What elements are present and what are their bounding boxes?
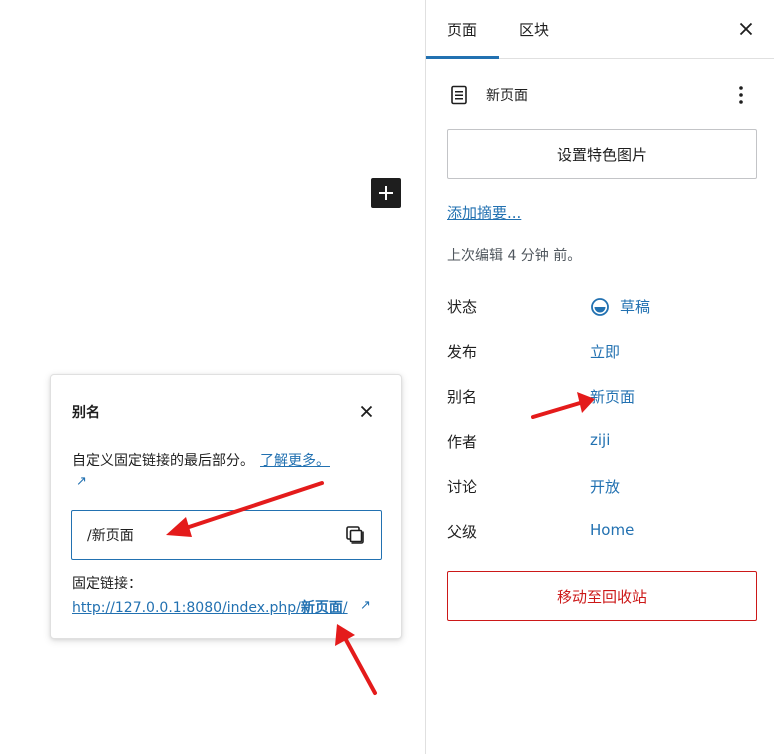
close-popover-button[interactable] (354, 399, 378, 423)
tab-page[interactable]: 页面 (447, 0, 477, 59)
set-featured-image-button[interactable]: 设置特色图片 (447, 129, 757, 179)
draft-status-icon (591, 297, 609, 316)
add-excerpt-link[interactable]: 添加摘要... (447, 202, 521, 223)
status-value: 草稿 (620, 298, 651, 316)
permalink-label: 固定链接： (72, 576, 142, 592)
permalink-prefix: http://127.0.0.1:8080/index.php/ (72, 600, 301, 616)
more-vertical-icon (739, 86, 743, 104)
plus-icon (379, 186, 393, 200)
discussion-value-button[interactable]: 开放 (590, 476, 620, 497)
settings-sidebar: 页面 区块 新页面 设置特色图片 添加摘要... 上次编辑 4 分钟 前。 状态… (425, 0, 774, 754)
active-tab-indicator (426, 56, 499, 59)
move-to-trash-button[interactable]: 移动至回收站 (447, 571, 757, 621)
close-icon (360, 405, 372, 417)
document-summary: 新页面 (447, 82, 757, 108)
learn-more-link[interactable]: 了解更多。 (260, 453, 330, 469)
publish-value-button[interactable]: 立即 (590, 341, 620, 362)
popover-title: 别名 (72, 405, 100, 421)
permalink-slug: 新页面 (300, 600, 343, 616)
external-link-icon[interactable]: ↗ (76, 474, 87, 489)
publish-label: 发布 (447, 343, 478, 361)
permalink-suffix: / (342, 600, 348, 616)
close-sidebar-button[interactable] (734, 17, 758, 41)
parent-label: 父级 (447, 523, 478, 541)
author-value-button[interactable]: ziji (590, 431, 610, 449)
sidebar-tabs: 页面 区块 (426, 0, 774, 59)
permalink-link[interactable]: http://127.0.0.1:8080/index.php/新页面/ (72, 597, 348, 617)
author-label: 作者 (447, 433, 478, 451)
close-icon (739, 22, 753, 36)
popover-description: 自定义固定链接的最后部分。 了解更多。 (72, 449, 382, 473)
status-button[interactable]: 草稿 (590, 296, 650, 317)
document-title: 新页面 (486, 88, 528, 104)
parent-value-button[interactable]: Home (590, 521, 634, 539)
more-options-button[interactable] (729, 83, 753, 107)
tab-block[interactable]: 区块 (519, 0, 549, 59)
copy-icon (346, 526, 364, 544)
slug-value-button[interactable]: 新页面 (590, 386, 635, 407)
last-edited-text: 上次编辑 4 分钟 前。 (447, 248, 582, 264)
status-label: 状态 (447, 298, 478, 316)
slug-input[interactable]: /新页面 (71, 510, 382, 560)
slug-popover: 别名 自定义固定链接的最后部分。 了解更多。 ↗ /新页面 固定链接： http:… (50, 374, 402, 639)
external-link-icon[interactable]: ↗ (360, 598, 371, 613)
block-inserter-button[interactable] (371, 178, 401, 208)
slug-label: 别名 (447, 388, 478, 406)
description-text: 自定义固定链接的最后部分。 (72, 453, 254, 469)
page-icon (447, 83, 471, 107)
copy-slug-button[interactable] (343, 523, 367, 547)
discussion-label: 讨论 (447, 478, 478, 496)
